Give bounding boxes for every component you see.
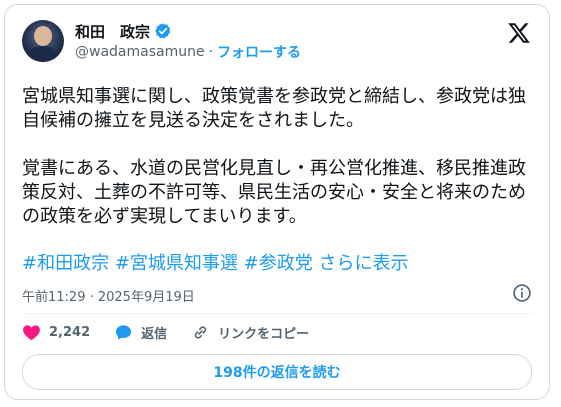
hashtag-link[interactable]: #宮城県知事選 (115, 253, 238, 274)
copy-link-label: リンクをコピー (218, 326, 310, 342)
author-name-row: 和田 政宗 (75, 21, 172, 41)
separator-dot: · (208, 44, 214, 60)
hashtag-link[interactable]: #参政党 (244, 253, 313, 274)
follow-button[interactable]: フォローする (217, 42, 301, 62)
author-handle[interactable]: @wadamasamune (75, 44, 205, 60)
reply-button[interactable]: 返信 (114, 323, 167, 342)
info-icon[interactable] (512, 283, 532, 303)
reply-label: 返信 (141, 326, 168, 342)
handle-row: @wadamasamune · フォローする (75, 43, 301, 61)
post-text: 宮城県知事選に関し、政策覚書を参政党と締結し、参政党は独自候補の擁立を見送る決定… (22, 86, 526, 227)
like-count: 2,242 (49, 324, 91, 340)
hashtag-row: #和田政宗 #宮城県知事選 #参政党 さらに表示 (22, 252, 408, 276)
action-bar: 2,242 返信 リンクをコピー (22, 320, 333, 344)
read-replies-button[interactable]: 198件の返信を読む (22, 354, 532, 390)
link-icon (194, 325, 207, 339)
hashtag-link[interactable]: #和田政宗 (22, 253, 109, 274)
heart-icon (23, 324, 40, 340)
copy-link-button[interactable]: リンクをコピー (191, 323, 309, 342)
x-logo-icon[interactable] (507, 21, 531, 45)
reply-bubble-icon (116, 324, 132, 340)
avatar[interactable] (22, 20, 64, 62)
post-card[interactable]: 和田 政宗 @wadamasamune · フォローする 宮城県知事選に関し、政… (4, 4, 550, 400)
show-more-link[interactable]: さらに表示 (318, 253, 408, 274)
post-timestamp[interactable]: 午前11:29 · 2025年9月19日 (22, 286, 195, 305)
author-display-name[interactable]: 和田 政宗 (75, 21, 150, 42)
verified-badge-icon (155, 23, 171, 39)
divider (22, 313, 532, 314)
like-button[interactable]: 2,242 (22, 323, 90, 342)
